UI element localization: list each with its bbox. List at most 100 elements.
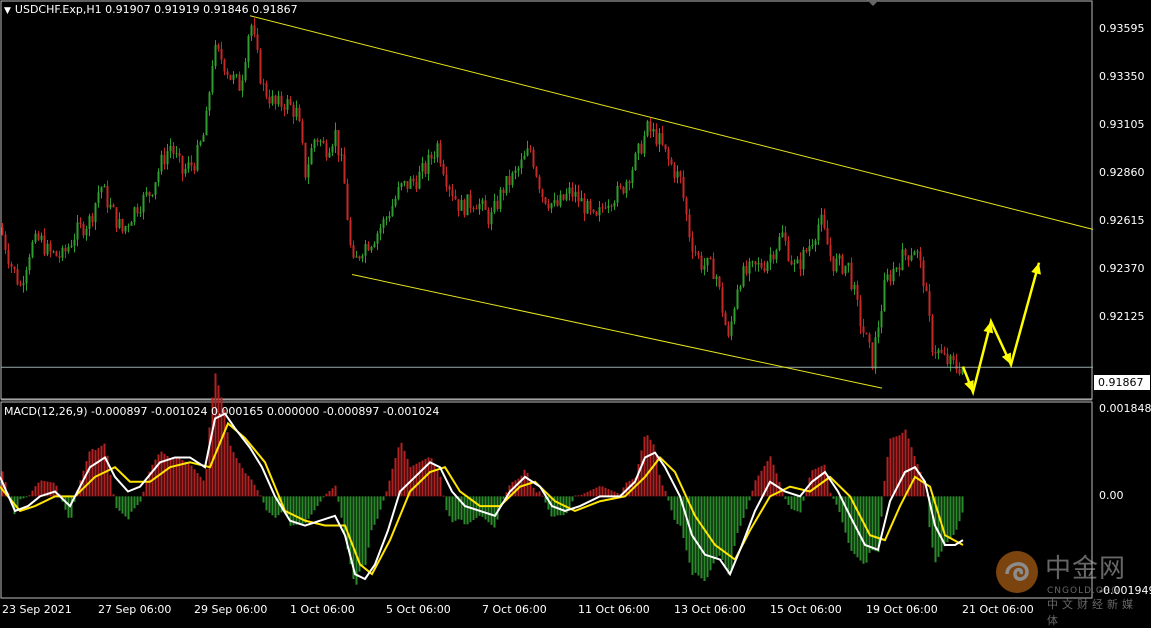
price-tick-label: 0.93595 (1099, 21, 1145, 35)
histogram-bar (130, 496, 133, 512)
candle-body (343, 154, 346, 184)
price-tick-label: 0.92125 (1099, 309, 1145, 323)
histogram-bar (34, 486, 37, 497)
histogram-bar (184, 461, 187, 497)
histogram-bar (238, 463, 241, 497)
candle-body (409, 178, 412, 189)
candle-body (859, 299, 862, 327)
candle-body (805, 249, 808, 252)
histogram-bar (664, 491, 667, 497)
histogram-bar (658, 474, 661, 497)
candle-body (583, 198, 586, 214)
candle-body (595, 212, 598, 216)
candle-body (535, 167, 538, 177)
candle-body (196, 144, 199, 171)
histogram-bar (739, 496, 742, 526)
histogram-bar (538, 491, 541, 497)
candle-body (475, 208, 478, 210)
histogram-bar (787, 496, 790, 505)
histogram-bar (244, 473, 247, 497)
candle-body (727, 325, 730, 336)
histogram-bar (586, 491, 589, 497)
histogram-bar (685, 496, 688, 551)
histogram-bar (748, 496, 751, 501)
candle-body (211, 66, 214, 93)
histogram-bar (433, 464, 436, 497)
candle-body (241, 80, 244, 91)
candle-body (481, 200, 484, 204)
candle-body (328, 152, 331, 158)
candle-body (262, 83, 265, 85)
candle-body (598, 207, 601, 216)
chart-canvas[interactable] (0, 0, 1151, 620)
histogram-bar (556, 496, 559, 516)
candle-body (874, 337, 877, 369)
candle-body (955, 360, 958, 370)
candle-body (178, 153, 181, 157)
histogram-bar (337, 496, 340, 502)
candle-body (229, 74, 232, 80)
candle-body (283, 106, 286, 110)
histogram-bar (466, 496, 469, 525)
candle-body (817, 224, 820, 241)
candle-body (754, 261, 757, 265)
candle-body (358, 256, 361, 259)
histogram-bar (241, 468, 244, 497)
histogram-bar (403, 450, 406, 497)
candle-body (922, 260, 925, 287)
candle-body (271, 95, 274, 104)
candle-body (847, 262, 850, 266)
histogram-bar (844, 496, 847, 533)
candle-body (385, 218, 388, 220)
histogram-bar (388, 480, 391, 497)
candle-body (37, 233, 40, 240)
histogram-bar (766, 461, 769, 497)
candle-body (331, 146, 334, 153)
candle-body (235, 74, 238, 76)
histogram-bar (391, 468, 394, 497)
histogram-bar (52, 482, 55, 497)
candle-body (310, 147, 313, 165)
candle-body (868, 334, 871, 343)
candle-body (295, 107, 298, 117)
candle-body (88, 215, 91, 229)
candle-body (703, 265, 706, 270)
candle-body (94, 203, 97, 223)
histogram-bar (265, 496, 268, 511)
candle-body (751, 261, 754, 263)
histogram-bar (133, 496, 136, 509)
histogram-bar (334, 485, 337, 497)
histogram-bar (742, 496, 745, 519)
histogram-bar (172, 456, 175, 497)
collapse-triangle-icon[interactable]: ▼ (4, 6, 11, 16)
histogram-bar (103, 443, 106, 497)
histogram-bar (247, 475, 250, 497)
histogram-bar (661, 485, 664, 497)
candle-body (490, 212, 493, 225)
candle-body (679, 171, 682, 177)
candle-body (865, 332, 868, 335)
histogram-bar (382, 496, 385, 501)
candle-body (691, 237, 694, 252)
histogram-bar (856, 496, 859, 558)
candle-body (169, 145, 172, 152)
histogram-bar (484, 496, 487, 520)
histogram-bar (760, 470, 763, 497)
histogram-bar (817, 467, 820, 497)
candle-body (355, 256, 358, 258)
candle-body (349, 220, 352, 246)
candle-body (715, 276, 718, 280)
candle-body (247, 36, 250, 63)
candle-body (16, 269, 19, 285)
candle-body (643, 135, 646, 154)
candle-body (478, 203, 481, 210)
histogram-bar (724, 496, 727, 568)
candle-body (76, 222, 79, 240)
histogram-bar (835, 496, 838, 505)
candle-body (676, 171, 679, 178)
histogram-bar (169, 458, 172, 497)
candle-body (226, 71, 229, 75)
candle-body (136, 207, 139, 214)
candle-body (202, 135, 205, 142)
price-tick-label: 0.92615 (1099, 213, 1145, 227)
